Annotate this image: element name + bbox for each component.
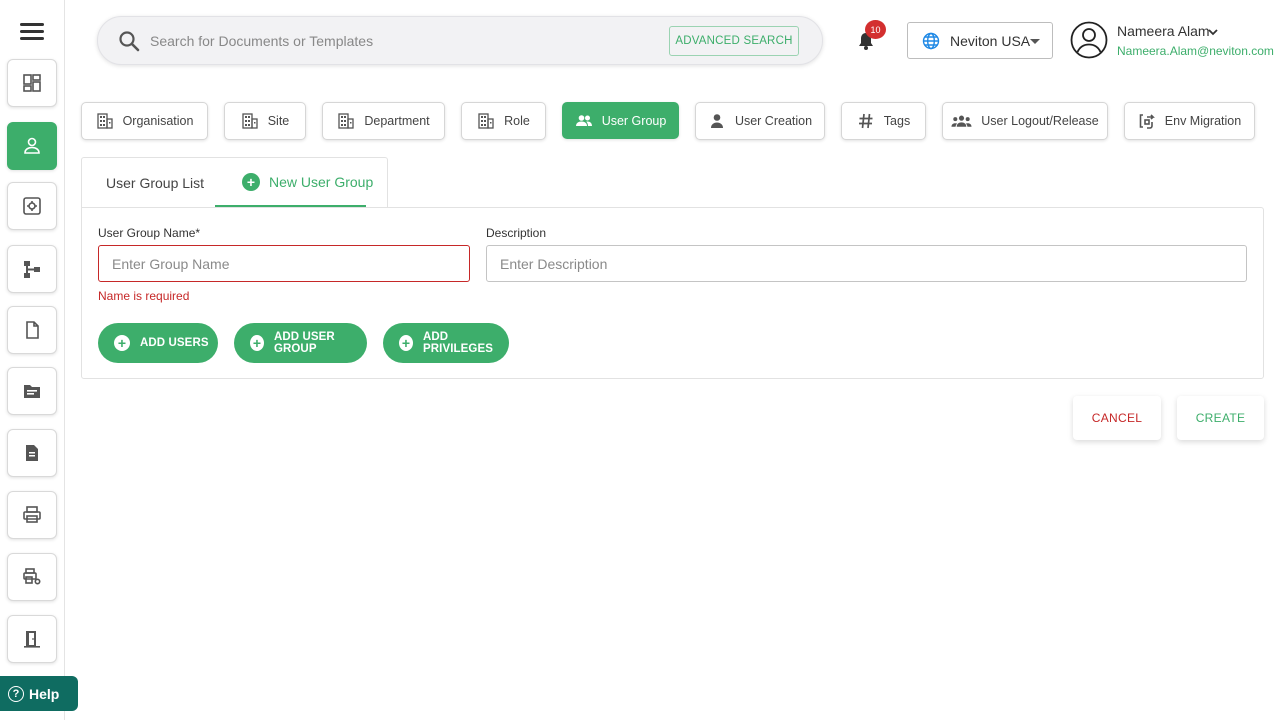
tab-label: Tags <box>883 114 911 128</box>
tab-label: User Group <box>601 113 667 128</box>
tab-organisation[interactable]: Organisation <box>81 102 208 140</box>
organisation-select[interactable]: Neviton USA <box>907 22 1053 59</box>
migration-icon <box>1139 114 1155 129</box>
tab-label: Organisation <box>122 114 194 128</box>
dashboard-icon <box>23 74 41 92</box>
cancel-button[interactable]: CANCEL <box>1073 396 1161 440</box>
search-input[interactable] <box>150 29 650 53</box>
printer-icon <box>23 506 41 523</box>
add-privileges-button[interactable]: + ADD PRIVILEGES <box>383 323 509 363</box>
globe-icon <box>922 32 940 49</box>
notification-badge: 10 <box>865 20 886 39</box>
group-name-error: Name is required <box>98 289 190 303</box>
folder-icon <box>24 385 40 398</box>
add-circle-icon: + <box>250 335 264 351</box>
hierarchy-icon <box>24 261 40 278</box>
group-icon <box>951 115 972 127</box>
description-label: Description <box>486 226 547 240</box>
user-icon <box>24 137 40 154</box>
add-users-button[interactable]: + ADD USERS <box>98 323 218 363</box>
help-label: Help <box>29 685 60 702</box>
building-icon <box>242 113 258 129</box>
chevron-down-icon[interactable] <box>1207 27 1219 37</box>
add-user-group-button[interactable]: + ADD USER GROUP <box>234 323 367 363</box>
search-bar: ADVANCED SEARCH <box>97 16 823 65</box>
hash-icon <box>858 113 873 129</box>
tab-label: Role <box>504 114 530 128</box>
sidebar-item-logout[interactable] <box>7 615 57 663</box>
building-icon <box>478 113 494 129</box>
logout-door-icon <box>24 631 40 648</box>
sidebar-item-users[interactable] <box>7 122 57 170</box>
hamburger-menu-icon[interactable] <box>20 21 44 41</box>
avatar-icon[interactable] <box>1070 21 1108 59</box>
file-text-icon <box>26 445 38 461</box>
sidebar-item-folders[interactable] <box>7 367 57 415</box>
tab-label: Site <box>267 114 290 128</box>
tab-user-logout-release[interactable]: User Logout/Release <box>942 102 1108 140</box>
document-icon <box>26 321 39 339</box>
tab-user-group[interactable]: User Group <box>562 102 679 139</box>
sidebar-item-print[interactable] <box>7 491 57 539</box>
group-name-label: User Group Name* <box>98 226 201 240</box>
add-user-group-label: ADD USER GROUP <box>273 331 335 355</box>
subtab-new-user-group-label: New User Group <box>269 174 374 190</box>
tab-site[interactable]: Site <box>224 102 306 140</box>
tab-label: Env Migration <box>1164 114 1242 128</box>
subtab-bar: User Group List + New User Group <box>81 157 388 208</box>
subtab-user-group-list[interactable]: User Group List <box>106 175 204 191</box>
tab-env-migration[interactable]: Env Migration <box>1124 102 1255 140</box>
organisation-select-value: Neviton USA <box>950 32 1031 49</box>
help-icon: ? <box>8 685 24 702</box>
tab-label: User Creation <box>734 114 813 128</box>
help-button[interactable]: ? Help <box>0 676 78 711</box>
caret-down-icon <box>1030 39 1040 44</box>
sidebar-item-documents[interactable] <box>7 306 57 354</box>
sidebar-item-print-settings[interactable] <box>7 553 57 601</box>
tab-department[interactable]: Department <box>322 102 445 140</box>
subtab-new-user-group[interactable]: + New User Group <box>242 173 373 191</box>
advanced-search-button[interactable]: ADVANCED SEARCH <box>669 26 799 56</box>
add-circle-icon: + <box>114 335 130 351</box>
building-icon <box>96 113 113 129</box>
tab-label: Department <box>364 114 430 128</box>
print-settings-icon <box>23 568 41 585</box>
add-privileges-label: ADD PRIVILEGES <box>422 331 493 355</box>
settings-box-icon <box>23 197 41 215</box>
create-button[interactable]: CREATE <box>1177 396 1264 440</box>
search-icon[interactable] <box>118 30 140 52</box>
user-name[interactable]: Nameera Alam <box>1117 23 1210 39</box>
user-email: Nameera.Alam@neviton.com <box>1117 44 1274 58</box>
description-input[interactable] <box>486 245 1247 282</box>
person-icon <box>710 114 723 128</box>
tab-label: User Logout/Release <box>981 114 1099 128</box>
people-icon <box>575 114 592 126</box>
tab-user-creation[interactable]: User Creation <box>695 102 825 140</box>
new-user-group-form: User Group Name* Name is required Descri… <box>81 207 1264 379</box>
add-users-label: ADD USERS <box>140 337 209 349</box>
sidebar-item-hierarchy[interactable] <box>7 245 57 293</box>
sidebar <box>0 0 65 720</box>
add-circle-icon: + <box>242 173 260 191</box>
tab-tags[interactable]: Tags <box>841 102 926 140</box>
sidebar-item-settings[interactable] <box>7 182 57 230</box>
sidebar-item-files[interactable] <box>7 429 57 477</box>
tab-role[interactable]: Role <box>461 102 546 140</box>
group-name-input[interactable] <box>98 245 470 282</box>
add-circle-icon: + <box>399 335 413 351</box>
building-icon <box>338 113 354 129</box>
sidebar-item-dashboard[interactable] <box>7 59 57 107</box>
